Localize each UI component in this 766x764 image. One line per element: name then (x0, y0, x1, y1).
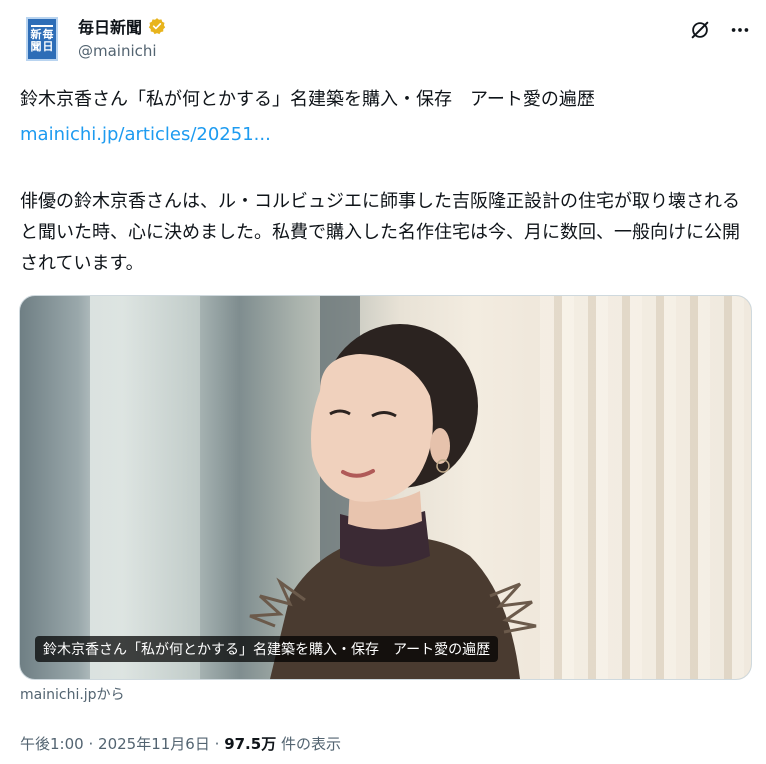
grok-icon (691, 21, 709, 39)
display-name-row[interactable]: 毎日新聞 (78, 14, 166, 38)
top-actions (688, 18, 752, 42)
meta-separator: · (214, 735, 220, 753)
post-date[interactable]: 2025年11月6日 (98, 735, 210, 753)
verified-badge-icon (148, 18, 166, 35)
post-title: 鈴木京香さん「私が何とかする」名建築を購入・保存 アート愛の遍歴 (20, 89, 595, 110)
views-label: 件の表示 (280, 735, 341, 753)
portrait-figure (249, 324, 537, 679)
mainichi-logo: 新 毎 聞 日 (26, 17, 58, 61)
logo-char: 聞 (30, 40, 42, 53)
logo-char: 日 (42, 40, 54, 53)
grok-button[interactable] (688, 18, 712, 42)
display-name[interactable]: 毎日新聞 (78, 14, 142, 38)
views-count: 97.5万 (224, 735, 277, 753)
handle[interactable]: @mainichi (78, 42, 166, 60)
article-link[interactable]: mainichi.jp/articles/20251... (20, 124, 271, 145)
post-body: 俳優の鈴木京香さんは、ル・コルビュジエに師事した吉阪隆正設計の住宅が取り壊される… (20, 191, 740, 274)
avatar[interactable]: 新 毎 聞 日 (20, 14, 64, 64)
more-icon (731, 28, 749, 32)
author-block: 毎日新聞 @mainichi (78, 14, 166, 60)
more-button[interactable] (728, 18, 752, 42)
meta-separator: · (88, 735, 94, 753)
card-caption: 鈴木京香さん「私が何とかする」名建築を購入・保存 アート愛の遍歴 (35, 636, 499, 662)
post-meta: 午後1:00 · 2025年11月6日 · 97.5万 件の表示 (20, 733, 341, 754)
card-source[interactable]: mainichi.jpから (20, 684, 125, 704)
post-time[interactable]: 午後1:00 (20, 735, 84, 753)
link-card-image[interactable]: 鈴木京香さん「私が何とかする」名建築を購入・保存 アート愛の遍歴 (19, 295, 752, 680)
